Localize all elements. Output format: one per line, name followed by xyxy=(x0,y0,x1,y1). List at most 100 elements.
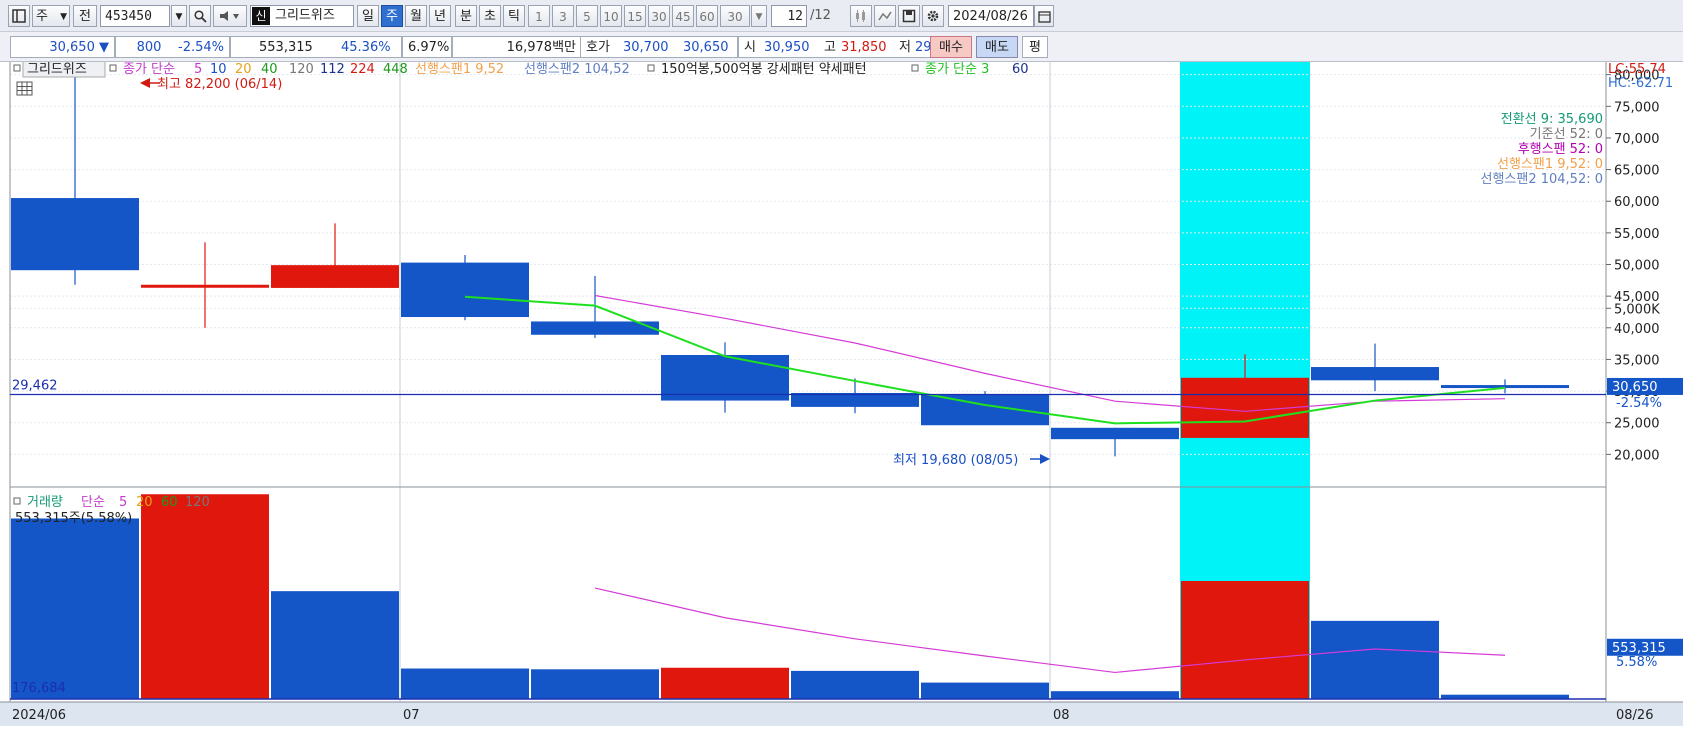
candle-body xyxy=(1051,427,1179,440)
layout-icon[interactable] xyxy=(8,5,30,27)
sell-button[interactable]: 매도 xyxy=(976,36,1018,58)
volume-bar xyxy=(661,667,789,699)
interval-3[interactable]: 3 xyxy=(552,5,574,27)
volume-ratio: 45.36% xyxy=(341,40,391,55)
volume-bar xyxy=(791,670,919,699)
legend-span1: 선행스팬1 9,52 xyxy=(415,62,504,77)
price-badge-value: 30,650 xyxy=(1612,380,1658,395)
period-select-value: 주 xyxy=(36,9,48,24)
lc-label: LC:55.74 xyxy=(1608,62,1666,77)
ichimoku-label: 기준선 52: 0 xyxy=(1530,127,1603,142)
sound-icon[interactable] xyxy=(213,5,247,27)
date-input[interactable]: 2024/08/26 xyxy=(948,5,1034,27)
price-tick-label: 25,000 xyxy=(1614,417,1660,432)
legend-span2: 선행스팬2 104,52 xyxy=(524,62,630,77)
volume-bar xyxy=(1181,580,1309,699)
tab-second[interactable]: 초 xyxy=(479,5,501,27)
save-icon[interactable] xyxy=(898,5,920,27)
chart-area[interactable]: 29,46220,00025,00030,00035,00040,00045,0… xyxy=(0,59,1683,726)
legend-tag: 그리드위즈 xyxy=(27,62,87,77)
line-tool-icon[interactable] xyxy=(874,5,896,27)
x-tick-label: 08/26 xyxy=(1616,708,1653,723)
candle-body xyxy=(11,198,139,271)
volume-bar xyxy=(401,668,529,699)
legend-ma2-label: 종가 단순 3 xyxy=(925,62,989,77)
tab-year[interactable]: 년 xyxy=(429,5,451,27)
volume-bar xyxy=(11,518,139,699)
hc-label: HC:-62.71 xyxy=(1608,76,1673,91)
current-price: 30,650 xyxy=(49,40,95,55)
open-price: 30,950 xyxy=(764,40,810,55)
period-select[interactable]: 주 ▼ xyxy=(32,5,70,27)
tab-day[interactable]: 일 xyxy=(357,5,379,27)
volume-legend-ma-label: 단순 xyxy=(81,495,105,510)
candle-body xyxy=(141,284,269,288)
grid-icon-frame xyxy=(16,81,33,96)
price-tick-label: 55,000 xyxy=(1614,227,1660,242)
volume-tick-label: 5,000K xyxy=(1614,302,1660,317)
interval-10[interactable]: 10 xyxy=(600,5,622,27)
quote-strip: 30,650 ▼ 800 -2.54% 553,315 45.36% 6.97%… xyxy=(0,32,1683,62)
volume-badge-value: 553,315 xyxy=(1612,641,1666,656)
volume-bar xyxy=(271,591,399,699)
volume-bar xyxy=(1051,691,1179,699)
interval-45[interactable]: 45 xyxy=(672,5,694,27)
toolbar: 주 ▼ 전 453450 ▼ 신 그리드위즈 일 주 월 년 분 초 틱 1 3… xyxy=(0,0,1683,32)
x-axis-band xyxy=(0,702,1683,726)
legend-ma2-extra: 60 xyxy=(1012,62,1029,77)
interval-5[interactable]: 5 xyxy=(576,5,598,27)
search-icon[interactable] xyxy=(189,5,211,27)
volume-bar xyxy=(141,494,269,699)
buy-button[interactable]: 매수 xyxy=(930,36,972,58)
code-dropdown-icon[interactable]: ▼ xyxy=(171,5,187,27)
ichimoku-label: 선행스팬2 104,52: 0 xyxy=(1480,171,1603,187)
price-tick-label: 60,000 xyxy=(1614,195,1660,210)
legend-ma-period: 224 xyxy=(350,62,375,77)
prev-button[interactable]: 전 xyxy=(73,5,97,27)
interval-60[interactable]: 60 xyxy=(696,5,718,27)
chart-svg[interactable]: 29,46220,00025,00030,00035,00040,00045,0… xyxy=(0,59,1683,726)
candle-body xyxy=(271,265,399,288)
volume-current-label: 553,315주(5.58%) xyxy=(15,511,132,526)
page-count-input[interactable]: 12 xyxy=(771,5,807,27)
volume-bar xyxy=(531,669,659,699)
legend-ma-label: 종가 단순 xyxy=(123,62,175,77)
interval-30[interactable]: 30 xyxy=(648,5,670,27)
new-badge: 신 xyxy=(252,7,270,25)
ask-price: 30,700 xyxy=(623,40,669,55)
price-tick-label: 70,000 xyxy=(1614,132,1660,147)
high-price: 31,850 xyxy=(841,40,887,55)
interval-select[interactable]: 30 xyxy=(720,5,750,27)
stock-name-box[interactable]: 신 그리드위즈 xyxy=(250,5,354,27)
eval-button[interactable]: 평 xyxy=(1022,36,1048,58)
high-label: 고 xyxy=(824,40,836,55)
legend-ma-period: 120 xyxy=(289,62,314,77)
legend-ma-period: 10 xyxy=(210,62,227,77)
interval-15[interactable]: 15 xyxy=(624,5,646,27)
price-tick-label: 20,000 xyxy=(1614,448,1660,463)
max-annotation: 최고 82,200 (06/14) xyxy=(140,77,282,92)
chevron-down-icon: ▼ xyxy=(60,12,67,22)
calendar-icon[interactable] xyxy=(1034,5,1054,27)
interval-dropdown-icon[interactable]: ▼ xyxy=(751,5,767,27)
tab-tick[interactable]: 틱 xyxy=(503,5,525,27)
volume-cell: 553,315 45.36% xyxy=(230,36,402,58)
gear-icon[interactable] xyxy=(922,5,944,27)
price-tick-label: 65,000 xyxy=(1614,164,1660,179)
tab-week[interactable]: 주 xyxy=(381,5,403,27)
x-tick-label: 07 xyxy=(403,708,420,723)
candle-body xyxy=(1311,367,1439,381)
change-value: 800 xyxy=(136,40,162,55)
stock-code-input[interactable]: 453450 xyxy=(100,5,170,27)
candle-settings-icon[interactable] xyxy=(850,5,872,27)
current-price-cell: 30,650 ▼ xyxy=(10,36,115,58)
legend-ma-period: 448 xyxy=(383,62,408,77)
bid-price: 30,650 xyxy=(683,40,729,55)
max-label: 최고 82,200 (06/14) xyxy=(157,77,282,92)
min-label: 최저 19,680 (08/05) xyxy=(893,453,1018,468)
interval-1[interactable]: 1 xyxy=(528,5,550,27)
legend-ma-period: 112 xyxy=(320,62,345,77)
tab-month[interactable]: 월 xyxy=(405,5,427,27)
price-tick-label: 40,000 xyxy=(1614,322,1660,337)
tab-minute[interactable]: 분 xyxy=(455,5,477,27)
